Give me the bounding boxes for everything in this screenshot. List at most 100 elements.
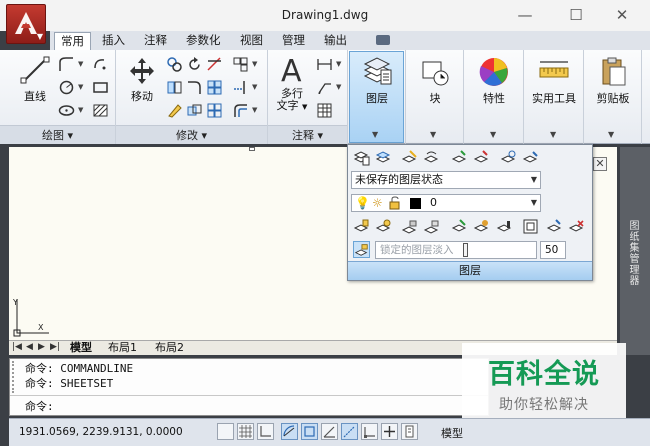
tab-manage[interactable]: 管理 [276,32,311,50]
hatch-icon[interactable] [92,102,109,119]
chevron-down-icon[interactable]: ▼ [78,106,83,114]
dynamic-input-icon[interactable] [381,423,398,440]
chevron-down-icon[interactable]: ▼ [78,83,83,91]
last-tab-icon[interactable]: ▶| [50,342,60,352]
layers-big-button[interactable]: 图层 [350,56,404,106]
tab-home[interactable]: 常用 [54,32,91,50]
prev-tab-icon[interactable]: ◀ [26,342,33,352]
ellipse-icon[interactable] [58,102,75,119]
layout-tab-model[interactable]: 模型 [67,342,95,355]
tab-parametric[interactable]: 参数化 [180,32,227,50]
explode-icon[interactable] [206,79,223,96]
locked-layer-fade-icon[interactable] [353,241,370,258]
layer-panel-footer[interactable]: 图层 [348,261,592,280]
move-button[interactable]: 移动 [122,56,162,104]
chevron-down-icon[interactable]: ▼ [336,60,341,68]
ortho-mode-icon[interactable] [257,423,274,440]
chevron-down-icon[interactable]: ▼ [550,130,556,139]
layer-off-icon[interactable] [522,149,539,166]
layer-merge-icon[interactable] [451,218,468,235]
annotation-panel-title[interactable]: 注释 ▾ [268,125,347,144]
polar-tracking-icon[interactable] [281,423,298,440]
array-icon[interactable] [232,56,249,73]
current-layer-select[interactable]: 💡 ☼ 0 ▼ [351,194,541,212]
clipboard-button[interactable]: 剪贴板 [586,56,640,106]
leader-icon[interactable] [316,79,333,96]
chevron-down-icon[interactable]: ▼ [252,106,257,114]
close-button[interactable]: ✕ [605,2,639,28]
copy-icon[interactable] [166,56,183,73]
layer-info-icon[interactable] [496,218,513,235]
draw-panel-title[interactable]: 绘图 ▾ [0,125,115,144]
tab-output[interactable]: 输出 [318,32,353,50]
utilities-button[interactable]: 实用工具 [526,56,582,106]
slider-thumb[interactable] [463,243,468,257]
grid-display-icon[interactable] [237,423,254,440]
layer-match-icon[interactable] [401,149,418,166]
dynamic-ucs-icon[interactable] [361,423,378,440]
layer-state-icon[interactable] [375,149,392,166]
trim-icon[interactable] [206,56,223,73]
command-window[interactable]: 命令: COMMANDLINE 命令: SHEETSET 命令: [9,358,489,416]
layer-translate-icon[interactable] [522,218,539,235]
model-space-label[interactable]: 模型 [441,425,463,441]
chevron-down-icon[interactable]: ▼ [372,130,378,139]
layer-freeze-icon[interactable] [500,149,517,166]
tab-annotate[interactable]: 注释 [138,32,173,50]
layer-isolate-icon[interactable] [451,149,468,166]
next-tab-icon[interactable]: ▶ [38,342,45,352]
tab-insert[interactable]: 插入 [96,32,131,50]
line-button[interactable]: 直线 [14,54,56,104]
rotate-icon[interactable] [186,56,203,73]
layer-walk-icon[interactable] [375,218,392,235]
extend-icon[interactable] [232,79,249,96]
lineweight-icon[interactable] [401,423,418,440]
layer-delete-icon[interactable] [473,218,490,235]
fillet-icon[interactable] [186,79,203,96]
chevron-down-icon[interactable]: ▼ [430,130,436,139]
layer-unlock-icon[interactable] [423,218,440,235]
polyline-icon[interactable] [58,56,75,73]
layer-unisolate-icon[interactable] [473,149,490,166]
canvas-grip[interactable] [249,147,255,151]
circle-icon[interactable] [58,79,75,96]
chevron-down-icon[interactable]: ▼ [608,130,614,139]
modify-panel-title[interactable]: 修改 ▾ [116,125,267,144]
ribbon-minimize-icon[interactable] [376,35,390,45]
minimize-button[interactable]: — [508,2,542,28]
chevron-down-icon[interactable]: ▼ [78,60,83,68]
scale-icon[interactable] [206,102,223,119]
stretch-icon[interactable] [186,102,203,119]
palette-close-button[interactable]: ✕ [593,157,607,171]
command-prompt[interactable]: 命令: [25,400,54,414]
layer-state-select[interactable]: 未保存的图层状态 ▼ [351,171,541,189]
3d-osnap-icon[interactable] [321,423,338,440]
maximize-button[interactable]: ☐ [559,2,593,28]
table-icon[interactable] [316,102,333,119]
make-current-icon[interactable] [353,218,370,235]
offset-icon[interactable] [232,102,249,119]
locked-layer-fade-value[interactable]: 50 [540,241,566,259]
layer-change-icon[interactable] [546,218,563,235]
object-snap-icon[interactable] [301,423,318,440]
chevron-down-icon[interactable]: ▼ [336,83,341,91]
chevron-down-icon[interactable]: ▼ [252,60,257,68]
object-tracking-icon[interactable] [341,423,358,440]
chevron-down-icon[interactable]: ▼ [252,83,257,91]
layer-remove-icon[interactable] [568,218,585,235]
properties-button[interactable]: 特性 [466,56,522,106]
layer-lock-icon[interactable] [401,218,418,235]
first-tab-icon[interactable]: |◀ [12,342,22,352]
mirror-icon[interactable] [166,79,183,96]
layout-tab-1[interactable]: 布局1 [105,342,140,355]
rectangle-icon[interactable] [92,79,109,96]
snap-mode-icon[interactable] [217,423,234,440]
command-grip[interactable] [12,361,20,393]
arc-icon[interactable] [92,56,109,73]
locked-layer-fade-slider[interactable]: 锁定的图层淡入 [375,241,537,259]
chevron-down-icon[interactable]: ▼ [490,130,496,139]
block-button[interactable]: 块 [408,56,462,106]
layer-properties-icon[interactable] [353,149,370,166]
layer-previous-icon[interactable] [423,149,440,166]
tab-view[interactable]: 视图 [234,32,269,50]
